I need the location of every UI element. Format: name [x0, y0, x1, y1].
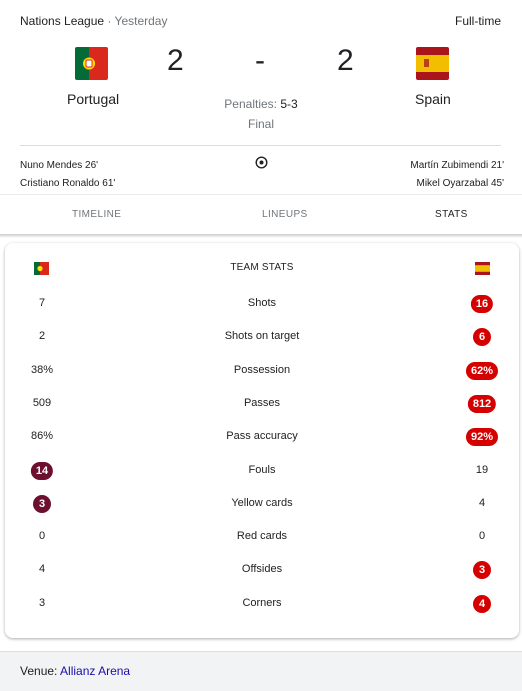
stat-row: 3 Yellow cards 4: [5, 494, 519, 514]
spain-flag-icon: [475, 262, 490, 275]
stat-row: 14 Fouls 19: [5, 461, 519, 481]
stat-row: 0 Red cards 0: [5, 527, 519, 547]
score-separator: -: [255, 44, 265, 77]
tab-bar: TIMELINE LINEUPS STATS: [0, 194, 522, 236]
team-stats-card: TEAM STATS 7 Shots 16 2 Shots on target 6 38% P…: [5, 243, 519, 638]
penalties-score: 5-3: [280, 97, 298, 111]
stat-label: Shots on target: [224, 330, 300, 343]
stat-label: Corners: [242, 596, 282, 609]
stat-row: 4 Offsides 3: [5, 560, 519, 580]
league-separator: ·: [107, 14, 112, 28]
soccer-ball-icon: [255, 156, 268, 169]
league-name[interactable]: Nations League: [20, 14, 104, 28]
stat-label: Fouls: [248, 463, 276, 476]
away-stat-value: 3: [473, 561, 491, 580]
away-stat-value: 4: [478, 496, 486, 509]
match-date: Yesterday: [114, 14, 168, 28]
stat-row: 86% Pass accuracy 92%: [5, 427, 519, 447]
tab-timeline[interactable]: TIMELINE: [72, 209, 121, 220]
stat-label: Shots: [247, 297, 277, 309]
away-stat-value: 0: [478, 530, 486, 543]
away-score: 2: [337, 44, 354, 77]
away-scorer: Martín Zubimendi 21': [410, 160, 504, 171]
header-divider: [20, 145, 501, 146]
match-header: Nations League · Yesterday Full-time: [20, 14, 501, 30]
home-score: 2: [167, 44, 184, 77]
away-stat-value: 4: [473, 594, 491, 613]
away-stat-value: 16: [470, 295, 494, 313]
away-stat-value: 92%: [465, 428, 499, 447]
tab-bar-shadow: [0, 234, 522, 238]
venue-footer: Venue: Allianz Arena: [0, 651, 522, 691]
venue-line: Venue: Allianz Arena: [20, 664, 130, 678]
away-stat-value: 812: [467, 394, 497, 413]
stat-row: 509 Passes 812: [5, 394, 519, 414]
match-result: Final: [247, 117, 274, 131]
portugal-flag-icon[interactable]: [75, 47, 108, 80]
stat-label: Offsides: [241, 563, 283, 576]
away-stat-value: 19: [475, 463, 489, 476]
away-stat-value: 6: [473, 328, 491, 347]
penalties-line: Penalties: 5-3: [0, 97, 522, 111]
match-status: Full-time: [454, 14, 501, 28]
stat-label: Yellow cards: [231, 496, 293, 509]
tab-stats[interactable]: STATS: [435, 209, 468, 220]
tab-lineups[interactable]: LINEUPS: [262, 209, 308, 220]
stat-label: Possession: [233, 363, 291, 376]
stat-label: Red cards: [236, 530, 288, 543]
away-stat-value: 62%: [465, 361, 499, 380]
away-scorer: Mikel Oyarzabal 45': [416, 178, 505, 189]
home-scorers: Nuno Mendes 26' Cristiano Ronaldo 61': [20, 157, 115, 193]
venue-label: Venue:: [20, 664, 58, 678]
stat-row: 38% Possession 62%: [5, 361, 519, 381]
home-scorer: Cristiano Ronaldo 61': [20, 178, 116, 189]
home-scorer: Nuno Mendes 26': [20, 160, 99, 171]
stat-row: 7 Shots 16: [5, 294, 519, 314]
league-line: Nations League · Yesterday: [20, 14, 167, 28]
team-stats-title: TEAM STATS: [230, 262, 294, 273]
penalties-label: Penalties:: [224, 97, 277, 111]
away-scorers: Martín Zubimendi 21' Mikel Oyarzabal 45': [410, 157, 504, 193]
stat-row: 2 Shots on target 6: [5, 327, 519, 347]
stat-label: Passes: [243, 396, 281, 409]
stat-row: 3 Corners 4: [5, 594, 519, 614]
stat-label: Pass accuracy: [226, 430, 298, 443]
spain-flag-icon[interactable]: [416, 47, 449, 80]
venue-link[interactable]: Allianz Arena: [60, 664, 130, 678]
